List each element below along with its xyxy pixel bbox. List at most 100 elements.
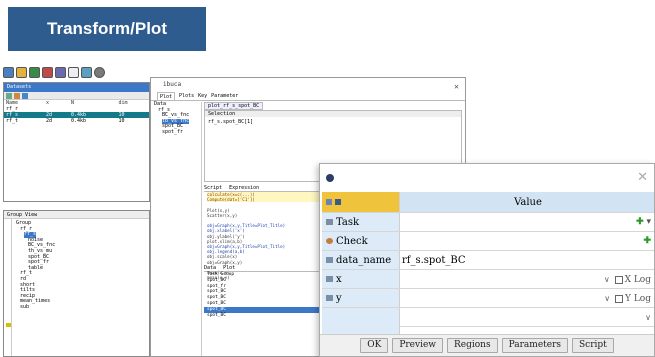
tree-item[interactable]: sub (16, 304, 145, 311)
parameters-button[interactable]: Parameters (501, 338, 569, 353)
add-icon[interactable]: ✚ (643, 232, 651, 251)
property-row-task[interactable]: Task ✚ ▾ (322, 213, 654, 232)
check-icon (326, 238, 333, 244)
group-panel-gutter (4, 219, 12, 356)
group-panel-title: Group View (4, 211, 149, 219)
property-grid: Value Task ✚ ▾ Check ✚ data_name rf_s.sp… (322, 192, 654, 327)
preview-button[interactable]: Preview (392, 338, 444, 353)
main-toolbar (3, 67, 105, 81)
task-icon (326, 219, 333, 225)
grid-header-row: Value (322, 192, 654, 213)
property-label-text: data_name (336, 254, 392, 266)
property-label-text: y (336, 292, 342, 304)
x-log-label: X Log (624, 275, 651, 285)
table-row[interactable]: rf_t 2d 0.4kb 10 (4, 118, 149, 124)
ibuca-dialog-titlebar: ibuca ✕ (151, 78, 465, 92)
p-select[interactable]: ∨ (400, 308, 654, 326)
page-title: Transform/Plot (47, 19, 167, 38)
grid-header-label (322, 192, 400, 212)
delete-icon[interactable] (22, 93, 28, 99)
property-label-text: Check (336, 235, 368, 247)
property-label: Check (322, 232, 400, 250)
dialog-button-bar: OK Preview Regions Parameters Script (320, 334, 654, 356)
settings-icon[interactable] (94, 67, 105, 78)
copy-icon[interactable] (42, 67, 53, 78)
tab-expression[interactable]: Expression (229, 185, 259, 191)
open-icon[interactable] (16, 67, 27, 78)
ibuca-dialog-title: ibuca (163, 81, 182, 88)
tab-plot[interactable]: Plot (157, 92, 176, 100)
page-title-banner: Transform/Plot (8, 7, 206, 51)
tree-item[interactable]: spot_fr (154, 129, 201, 136)
chevron-down-icon[interactable]: ∨ (604, 294, 610, 303)
filter-icon[interactable] (6, 93, 12, 99)
property-label: y (322, 289, 400, 307)
tab-data[interactable]: Data (204, 265, 216, 271)
tab-script[interactable]: Script (204, 185, 222, 191)
table-cell: 10 (118, 118, 125, 124)
ibuca-tree: Data rf_s BC_vs_fnc tb_vs_fnc spot_BC sp… (154, 101, 202, 356)
chevron-down-icon[interactable]: ∨ (604, 275, 610, 284)
dataset-panel-toolbar (4, 92, 149, 100)
app-logo-icon (326, 174, 334, 182)
script-button[interactable]: Script (572, 338, 614, 353)
add-filter-icon[interactable]: ✚ ▾ (636, 213, 651, 232)
categories-icon[interactable] (335, 199, 341, 205)
check-value[interactable]: ✚ (400, 232, 654, 250)
x-select[interactable]: ∨ X Log (400, 270, 654, 288)
y-log-label: Y Log (625, 294, 651, 304)
tab-key[interactable]: Key (198, 92, 207, 100)
editor-tab[interactable]: plot_rf_s_spot_BC (204, 102, 462, 110)
tab-plots[interactable]: Plots (179, 92, 194, 100)
field-icon (326, 276, 333, 282)
group-tree: Group rf_r rf_s noise BC_vs_fnc th_vs_mu… (4, 219, 149, 313)
editor-tab-label: plot_rf_s_spot_BC (204, 102, 264, 110)
marker-icon (6, 323, 11, 327)
dataset-panel-title: Datasets (4, 83, 149, 92)
selection-header: Selection (205, 111, 461, 117)
image-icon[interactable] (81, 67, 92, 78)
ibuca-tabs: Plot Plots Key Parameter (151, 92, 465, 101)
property-label-text: Task (336, 216, 360, 228)
property-label: Task (322, 213, 400, 231)
close-icon[interactable]: ✕ (637, 170, 648, 185)
select-icon[interactable] (68, 67, 79, 78)
table-cell: 0.4kb (70, 118, 87, 124)
property-row-data-name[interactable]: data_name rf_s.spot_BC (322, 251, 654, 270)
property-row-x[interactable]: x ∨ X Log (322, 270, 654, 289)
data-name-input[interactable]: rf_s.spot_BC (400, 251, 654, 269)
y-log-checkbox[interactable] (615, 294, 624, 303)
field-icon (326, 257, 333, 263)
tab-plot-lower[interactable]: Plot (223, 265, 235, 271)
transform-plot-dialog: ✕ Value Task ✚ ▾ Check ✚ data_name rf_s.… (319, 163, 655, 357)
property-label: data_name (322, 251, 400, 269)
table-cell: 2d (45, 118, 53, 124)
dataset-table: Name x N dim rf_r rf_s 2d 0.4kb 10 rf_t … (4, 100, 149, 124)
dataset-panel: Datasets Name x N dim rf_r rf_s 2d 0.4kb… (3, 82, 150, 202)
x-log-checkbox[interactable] (614, 275, 623, 284)
tab-parameter[interactable]: Parameter (211, 92, 238, 100)
new-icon[interactable] (3, 67, 14, 78)
task-value[interactable]: ✚ ▾ (400, 213, 654, 231)
table-cell: rf_t (6, 118, 19, 124)
close-icon[interactable]: ✕ (454, 80, 459, 94)
refresh-icon[interactable] (14, 93, 20, 99)
property-label: x (322, 270, 400, 288)
x-log-control[interactable]: ∨ X Log (604, 270, 651, 290)
value-column-header: Value (400, 192, 654, 212)
zoom-icon[interactable] (55, 67, 66, 78)
y-log-control[interactable]: ∨ Y Log (604, 289, 651, 309)
sort-icon[interactable] (326, 199, 332, 205)
selection-line: rf_s.spot_BC[1] (208, 119, 254, 125)
field-icon (326, 295, 333, 301)
dialog-titlebar: ✕ (320, 164, 654, 192)
property-row-check[interactable]: Check ✚ (322, 232, 654, 251)
list-cell: spot_BC (207, 312, 226, 318)
property-row-y[interactable]: y ∨ Y Log (322, 289, 654, 308)
save-icon[interactable] (29, 67, 40, 78)
group-panel: Group View Group rf_r rf_s noise BC_vs_f… (3, 210, 150, 357)
chevron-down-icon[interactable]: ∨ (645, 308, 651, 328)
regions-button[interactable]: Regions (447, 338, 498, 353)
ok-button[interactable]: OK (360, 338, 389, 353)
y-select[interactable]: ∨ Y Log (400, 289, 654, 307)
